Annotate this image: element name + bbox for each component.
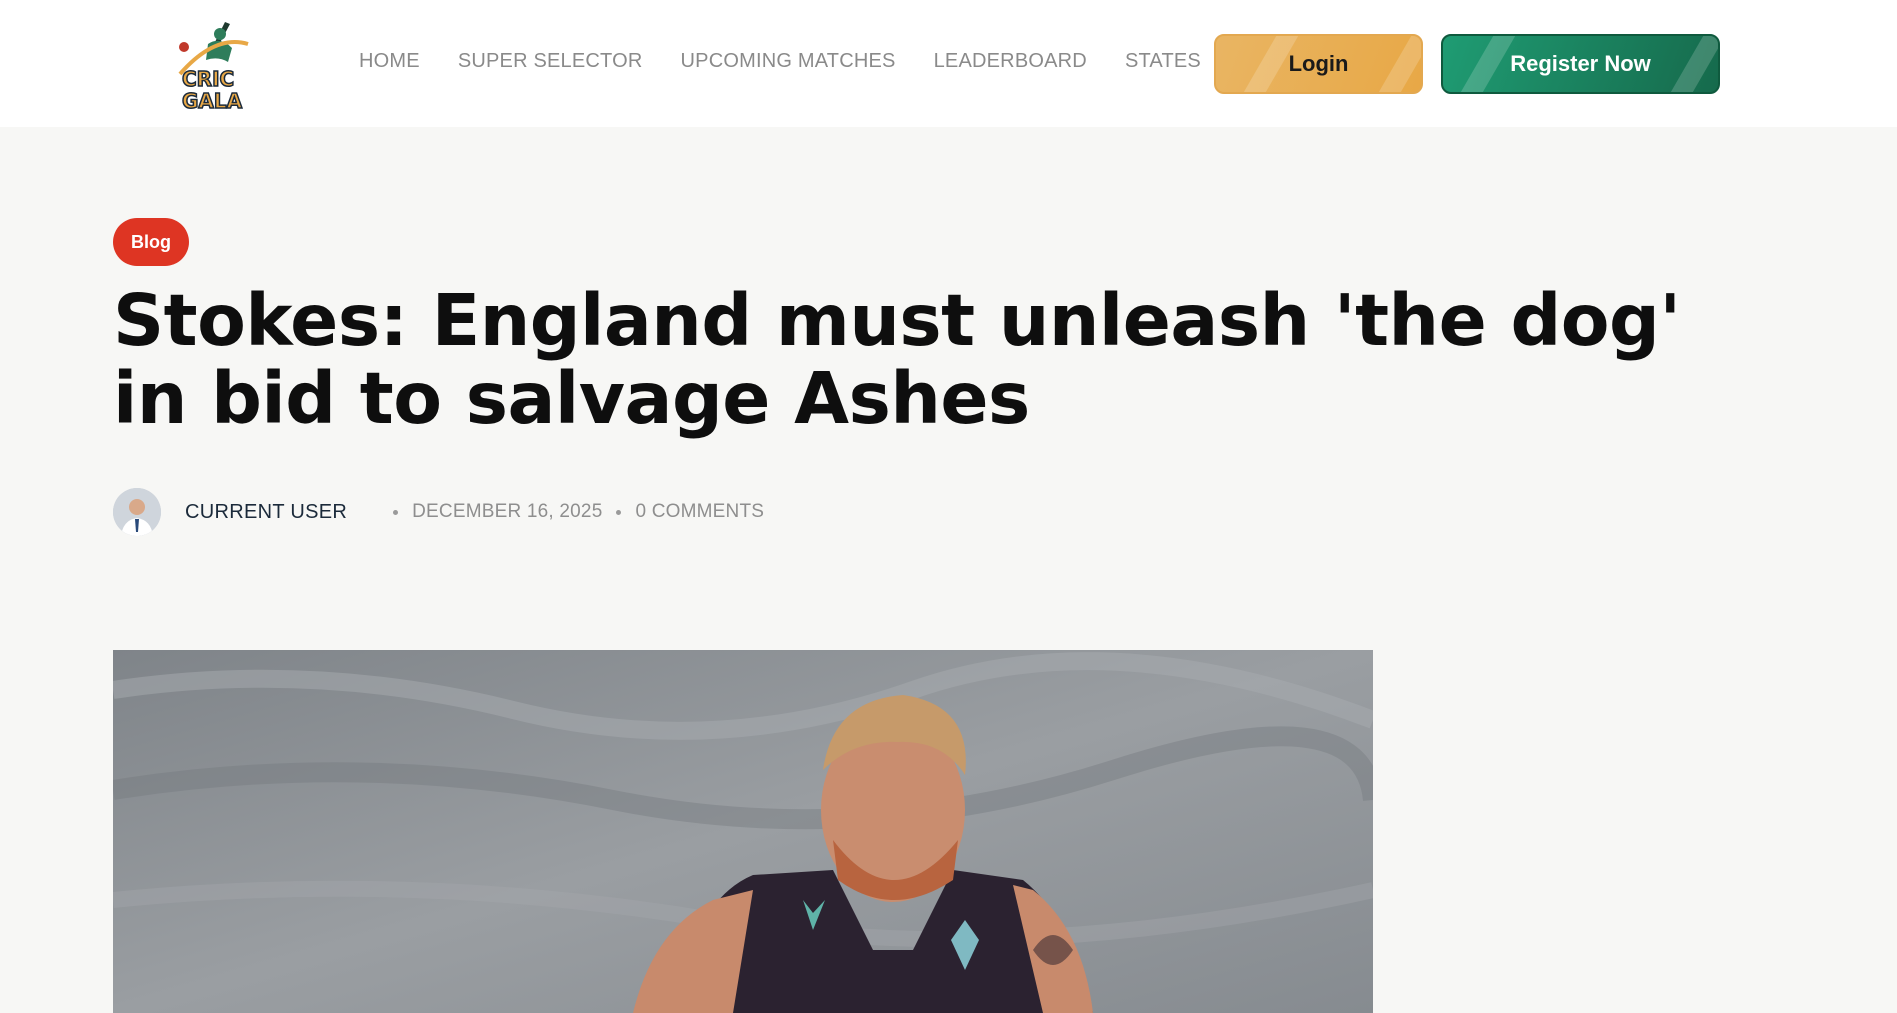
login-button-label: Login — [1288, 51, 1349, 76]
article-meta: CURRENT USER DECEMBER 16, 2025 0 COMMENT… — [113, 488, 764, 536]
post-date: DECEMBER 16, 2025 — [412, 501, 603, 522]
article-hero-image — [113, 650, 1373, 1013]
article-title: Stokes: England must unleash 'the dog' i… — [113, 279, 1681, 440]
cricgala-logo[interactable]: CRIC GALA — [170, 14, 260, 114]
logo-text-gala: GALA — [182, 89, 243, 113]
nav-home[interactable]: HOME — [359, 50, 420, 73]
site-header: CRIC GALA HOME SUPER SELECTOR UPCOMING M… — [0, 0, 1897, 127]
register-button-label: Register Now — [1510, 51, 1651, 76]
author-name[interactable]: CURRENT USER — [185, 501, 347, 524]
meta-separator — [616, 509, 622, 515]
nav-leaderboard[interactable]: LEADERBOARD — [934, 50, 1087, 73]
author-avatar[interactable] — [113, 488, 161, 536]
comment-count[interactable]: 0 COMMENTS — [635, 501, 764, 523]
nav-states[interactable]: STATES — [1125, 50, 1201, 73]
nav-super-selector[interactable]: SUPER SELECTOR — [458, 50, 643, 73]
logo-text-cric: CRIC — [182, 67, 234, 91]
main-nav: HOME SUPER SELECTOR UPCOMING MATCHES LEA… — [359, 50, 1239, 73]
category-badge[interactable]: Blog — [113, 218, 189, 266]
meta-separator — [393, 509, 399, 515]
nav-upcoming-matches[interactable]: UPCOMING MATCHES — [681, 50, 896, 73]
login-button[interactable]: Login — [1214, 34, 1423, 94]
register-button[interactable]: Register Now — [1441, 34, 1720, 94]
